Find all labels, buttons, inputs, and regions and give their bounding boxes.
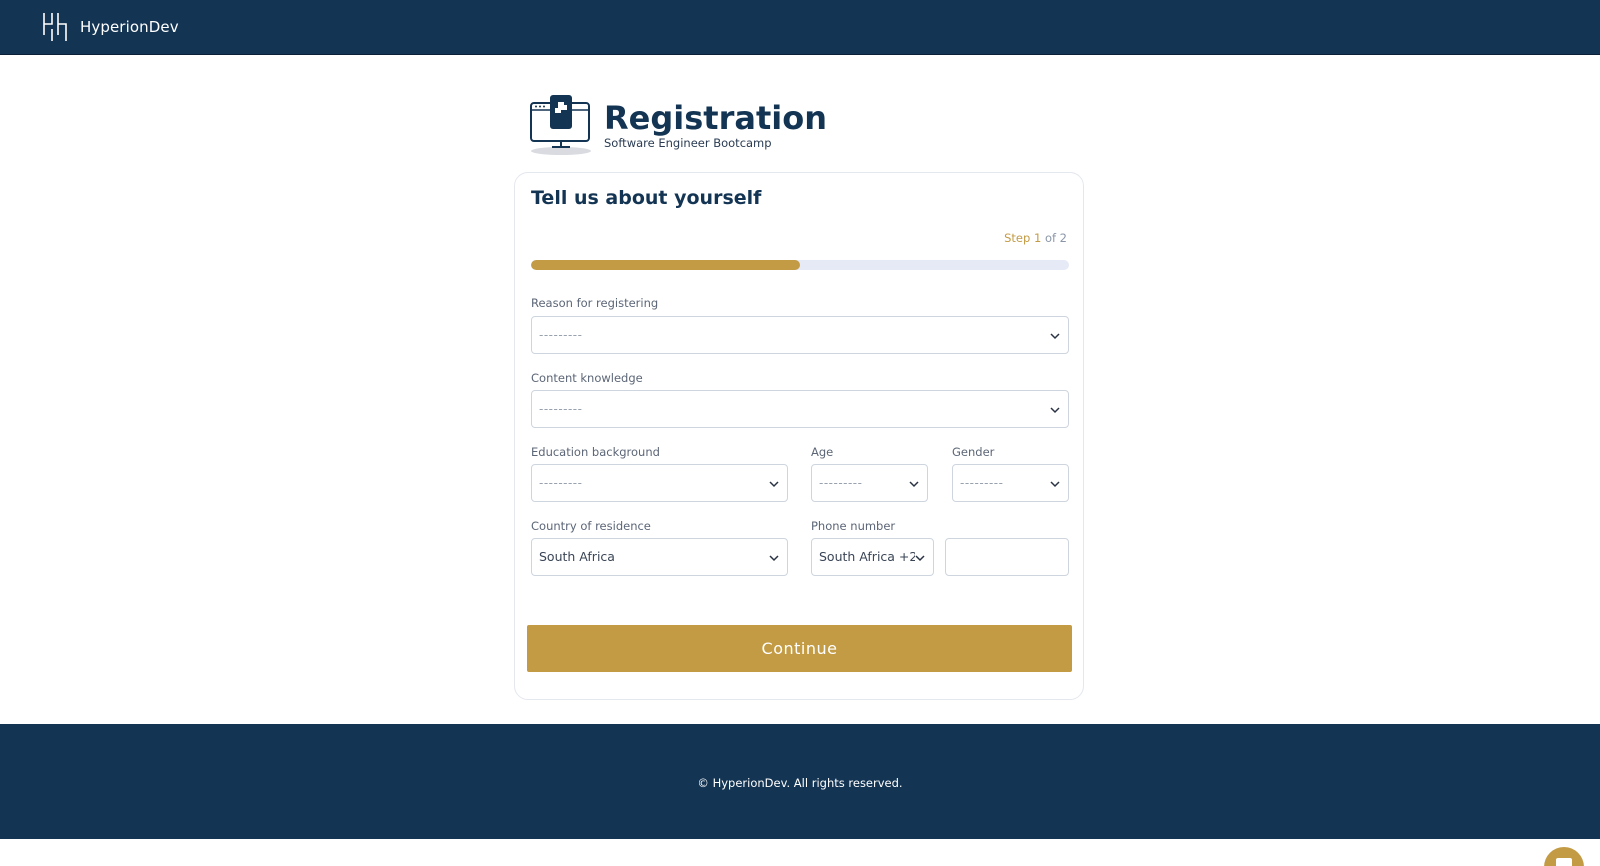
page-subtitle: Software Engineer Bootcamp [604, 136, 772, 150]
education-select[interactable]: --------- [531, 464, 788, 502]
age-select[interactable]: --------- [811, 464, 928, 502]
continue-button[interactable]: Continue [527, 625, 1072, 672]
chevron-down-icon [1050, 481, 1060, 488]
page-title: Registration [604, 99, 827, 137]
chevron-down-icon [1050, 407, 1060, 414]
copyright-text: © HyperionDev. All rights reserved. [697, 776, 903, 790]
brand-name: HyperionDev [80, 18, 179, 36]
country-select[interactable]: South Africa [531, 538, 788, 576]
page-hero: Registration Software Engineer Bootcamp [530, 94, 827, 156]
progress-bar [531, 260, 1069, 270]
country-label: Country of residence [531, 519, 651, 533]
education-value: --------- [539, 476, 583, 490]
knowledge-value: --------- [539, 402, 583, 416]
country-value: South Africa [539, 549, 615, 564]
top-bar: HyperionDev [0, 0, 1600, 55]
chevron-down-icon [915, 555, 925, 562]
reason-label: Reason for registering [531, 296, 659, 310]
reason-value: --------- [539, 328, 583, 342]
gender-label: Gender [952, 445, 995, 459]
phone-country-value: South Africa +27 [819, 549, 915, 564]
monitor-python-icon [530, 95, 591, 155]
phone-number-input[interactable] [945, 538, 1069, 576]
step-current: 1 [1033, 231, 1042, 245]
footer: © HyperionDev. All rights reserved. [0, 724, 1600, 839]
chevron-down-icon [1050, 333, 1060, 340]
age-label: Age [811, 445, 834, 459]
knowledge-select[interactable]: --------- [531, 390, 1069, 428]
step-word: Step [1004, 231, 1031, 245]
registration-card: Tell us about yourself Step 1 of 2 Reaso… [514, 172, 1084, 700]
gender-select[interactable]: --------- [952, 464, 1069, 502]
progress-fill [531, 260, 800, 270]
chat-button[interactable] [1544, 847, 1584, 866]
reason-select[interactable]: --------- [531, 316, 1069, 354]
gender-value: --------- [960, 476, 1004, 490]
age-value: --------- [819, 476, 863, 490]
knowledge-label: Content knowledge [531, 371, 643, 385]
form-title: Tell us about yourself [531, 187, 762, 209]
brand-link[interactable]: HyperionDev [42, 11, 179, 43]
chevron-down-icon [769, 555, 779, 562]
phone-label: Phone number [811, 519, 896, 533]
step-total: of 2 [1044, 231, 1067, 245]
chevron-down-icon [769, 481, 779, 488]
phone-country-select[interactable]: South Africa +27 [811, 538, 934, 576]
education-label: Education background [531, 445, 660, 459]
hyperiondev-logo-icon [43, 13, 67, 41]
chevron-down-icon [909, 481, 919, 488]
chat-icon [1556, 858, 1572, 866]
step-indicator: Step 1 of 2 [1004, 231, 1067, 245]
